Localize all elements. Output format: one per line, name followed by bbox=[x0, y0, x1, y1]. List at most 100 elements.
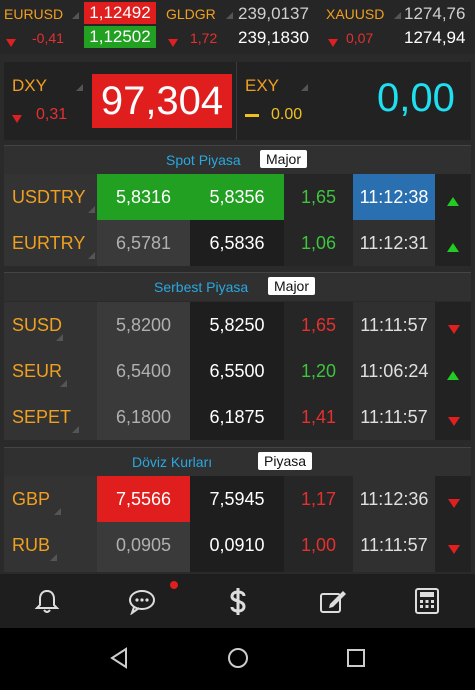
bid-value: 5,8316 bbox=[115, 187, 172, 207]
ticker-ask: 1274,94 bbox=[404, 28, 466, 47]
ticker-bar: EURUSD -0,41 1,12492 1,12502 GLDGR 1,72 … bbox=[0, 0, 475, 54]
chat-icon[interactable] bbox=[128, 581, 178, 616]
symbol-cell: SEPET bbox=[4, 394, 97, 440]
up-arrow-icon bbox=[447, 193, 459, 211]
down-arrow-icon bbox=[448, 321, 460, 339]
change-value: 1,20 bbox=[300, 361, 337, 381]
change-cell: 1,65 bbox=[284, 174, 353, 220]
ticker-ask: 1,12502 bbox=[84, 26, 156, 48]
bid-cell: 6,5781 bbox=[97, 220, 190, 266]
table-row[interactable]: EURTRY 6,5781 6,5836 1,06 11:12:31 bbox=[4, 220, 471, 266]
change-cell: 1,65 bbox=[284, 302, 353, 348]
down-arrow-icon bbox=[448, 541, 460, 559]
section-badge[interactable]: Major bbox=[268, 277, 316, 295]
bid-value: 0,0905 bbox=[115, 535, 172, 555]
bid-cell: 0,0905 bbox=[97, 522, 190, 572]
ask-cell: 6,5500 bbox=[190, 348, 284, 394]
bell-icon[interactable] bbox=[33, 587, 61, 615]
dollar-icon[interactable] bbox=[226, 587, 254, 615]
symbol-cell: RUB bbox=[4, 522, 97, 572]
time-value: 11:11:57 bbox=[360, 407, 428, 427]
down-arrow-icon bbox=[6, 34, 16, 52]
bid-value: 7,5566 bbox=[115, 489, 172, 509]
ticker-bid: 239,0137 bbox=[238, 4, 309, 23]
symbol-name: SEUR bbox=[12, 361, 63, 381]
section-title: Döviz Kurları bbox=[132, 454, 213, 470]
time-value: 11:11:57 bbox=[360, 315, 428, 335]
edit-icon[interactable] bbox=[318, 587, 346, 615]
change-cell: 1,00 bbox=[284, 522, 353, 572]
system-nav-bar bbox=[0, 628, 475, 690]
change-value: 1,00 bbox=[300, 535, 337, 555]
section-badge[interactable]: Major bbox=[260, 150, 308, 168]
time-cell: 11:12:36 bbox=[353, 476, 435, 522]
back-icon[interactable] bbox=[108, 646, 130, 675]
section-header-doviz: Döviz Kurları Piyasa bbox=[4, 447, 471, 476]
calculator-icon[interactable] bbox=[413, 587, 441, 615]
ask-value: 5,8356 bbox=[209, 187, 265, 207]
table-row[interactable]: SEUR 6,5400 6,5500 1,20 11:06:24 bbox=[4, 348, 471, 394]
table-row[interactable]: GBP 7,5566 7,5945 1,17 11:12:36 bbox=[4, 476, 471, 522]
time-value: 11:12:38 bbox=[359, 187, 429, 207]
corner-icon bbox=[76, 84, 83, 91]
corner-icon bbox=[88, 252, 95, 259]
time-value: 11:06:24 bbox=[359, 361, 429, 381]
ticker-bid: 1,12492 bbox=[84, 2, 156, 24]
bid-value: 6,5781 bbox=[115, 233, 172, 253]
corner-icon bbox=[56, 334, 63, 341]
symbol-cell: EURTRY bbox=[4, 220, 97, 266]
corner-icon bbox=[50, 554, 57, 561]
bid-cell: 7,5566 bbox=[97, 476, 190, 522]
table-row[interactable]: USDTRY 5,8316 5,8356 1,65 11:12:38 bbox=[4, 174, 471, 220]
change-value: 1,17 bbox=[300, 489, 337, 509]
symbol-cell: SUSD bbox=[4, 302, 97, 348]
ask-value: 6,1875 bbox=[209, 407, 265, 427]
table-row[interactable]: SUSD 5,8200 5,8250 1,65 11:11:57 bbox=[4, 302, 471, 348]
bid-value: 5,8200 bbox=[115, 315, 172, 335]
section-badge[interactable]: Piyasa bbox=[258, 452, 313, 470]
ticker-ask: 239,1830 bbox=[238, 28, 309, 47]
bid-value: 6,1800 bbox=[115, 407, 172, 427]
up-arrow-icon bbox=[447, 367, 459, 385]
time-value: 11:12:36 bbox=[359, 489, 429, 509]
recents-icon[interactable] bbox=[346, 648, 366, 673]
ask-value: 5,8250 bbox=[209, 315, 265, 335]
time-cell: 11:11:57 bbox=[353, 302, 435, 348]
table-row[interactable]: RUB 0,0905 0,0910 1,00 11:11:57 bbox=[4, 522, 471, 572]
down-arrow-icon bbox=[168, 34, 178, 52]
change-cell: 1,41 bbox=[284, 394, 353, 440]
index-name: DXY bbox=[12, 76, 47, 95]
direction-cell bbox=[435, 394, 471, 440]
direction-cell bbox=[435, 476, 471, 522]
symbol-name: EURTRY bbox=[12, 233, 86, 253]
index-panel: DXY 0,31 97,304 EXY 0.00 0,00 bbox=[4, 62, 471, 140]
direction-cell bbox=[435, 522, 471, 572]
down-arrow-icon bbox=[328, 34, 338, 52]
direction-cell bbox=[435, 174, 471, 220]
bid-cell: 5,8200 bbox=[97, 302, 190, 348]
section-header-serbest: Serbest Piyasa Major bbox=[4, 272, 471, 301]
ask-value: 6,5836 bbox=[209, 233, 265, 253]
down-arrow-icon bbox=[448, 413, 460, 431]
neutral-dash-icon bbox=[245, 114, 259, 117]
index-change: 0,31 bbox=[36, 106, 68, 123]
direction-cell bbox=[435, 220, 471, 266]
table-row[interactable]: SEPET 6,1800 6,1875 1,41 11:11:57 bbox=[4, 394, 471, 440]
ask-cell: 6,5836 bbox=[190, 220, 284, 266]
ticker-change: 1,72 bbox=[190, 30, 218, 46]
ask-cell: 5,8250 bbox=[190, 302, 284, 348]
direction-cell bbox=[435, 302, 471, 348]
section-title: Spot Piyasa bbox=[166, 152, 241, 168]
index-dxy[interactable]: DXY 0,31 97,304 bbox=[4, 62, 236, 140]
section-header-spot: Spot Piyasa Major bbox=[4, 145, 471, 174]
bid-cell: 6,1800 bbox=[97, 394, 190, 440]
change-value: 1,65 bbox=[300, 315, 337, 335]
home-icon[interactable] bbox=[226, 646, 250, 675]
corner-icon bbox=[54, 508, 61, 515]
time-cell: 11:12:31 bbox=[353, 220, 435, 266]
corner-icon bbox=[226, 12, 233, 19]
index-value: 97,304 bbox=[92, 74, 232, 128]
time-cell: 11:11:57 bbox=[353, 522, 435, 572]
index-exy[interactable]: EXY 0.00 0,00 bbox=[237, 62, 471, 140]
ticker-change: -0,41 bbox=[32, 30, 64, 46]
